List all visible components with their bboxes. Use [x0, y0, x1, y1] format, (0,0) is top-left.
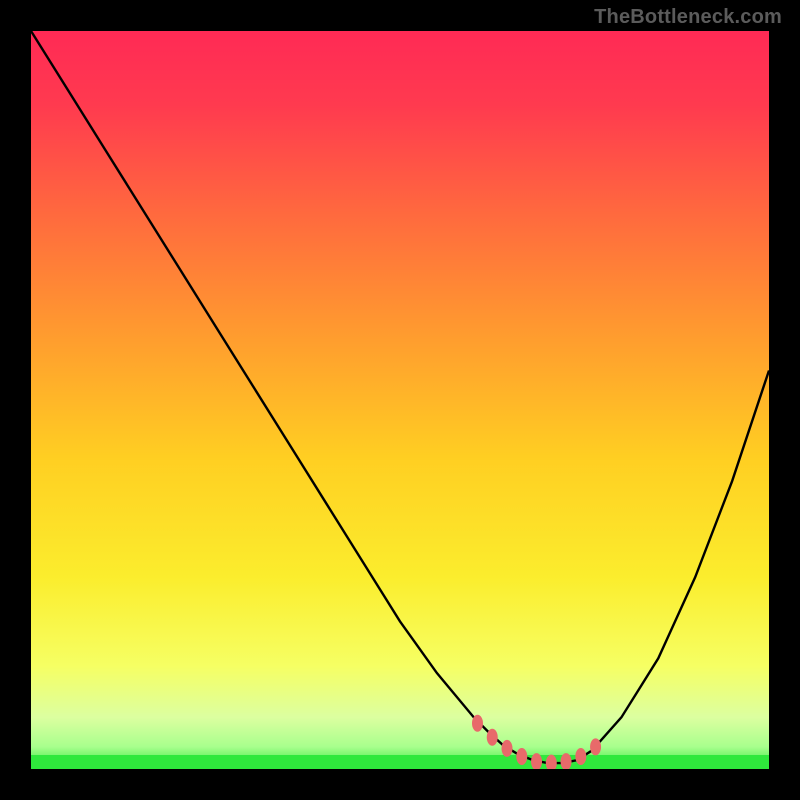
chart-frame: TheBottleneck.com	[0, 0, 800, 800]
green-zero-band	[31, 755, 769, 769]
optimal-marker	[516, 748, 527, 765]
optimal-marker	[472, 715, 483, 732]
optimal-marker	[575, 748, 586, 765]
bottleneck-chart	[31, 31, 769, 769]
attribution-text: TheBottleneck.com	[594, 6, 782, 29]
plot-area	[31, 31, 769, 769]
optimal-marker	[487, 729, 498, 746]
optimal-marker	[502, 740, 513, 757]
optimal-marker	[590, 738, 601, 755]
